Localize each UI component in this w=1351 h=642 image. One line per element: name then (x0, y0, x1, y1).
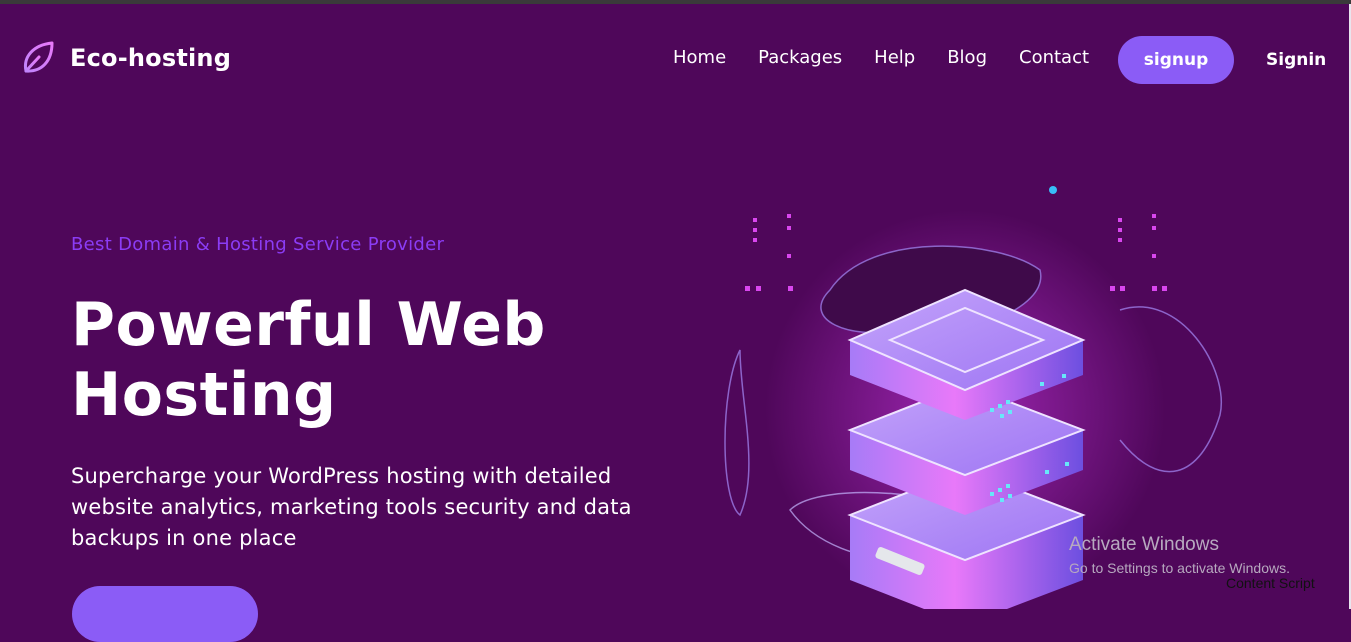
brand-logo[interactable]: Eco-hosting (20, 40, 231, 76)
nav-blog[interactable]: Blog (947, 47, 987, 68)
nav-contact[interactable]: Contact (1019, 47, 1089, 68)
nav-help[interactable]: Help (874, 47, 915, 68)
hero-title: Powerful Web Hosting (71, 290, 546, 430)
nav-packages[interactable]: Packages (758, 47, 842, 68)
hero-description: Supercharge your WordPress hosting with … (71, 464, 632, 550)
watermark-title: Activate Windows (1069, 534, 1219, 555)
nav-home[interactable]: Home (673, 47, 726, 68)
signup-button[interactable]: signup (1118, 36, 1234, 84)
get-started-button[interactable] (72, 586, 258, 642)
signin-link[interactable]: Signin (1266, 50, 1326, 70)
main-nav: Home Packages Help Blog Contact (673, 47, 1121, 68)
leaf-icon (23, 41, 54, 73)
watermark-subtitle: Go to Settings to activate Windows. (1069, 560, 1290, 576)
window-top-border (0, 0, 1351, 4)
hero-subtitle: Best Domain & Hosting Service Provider (71, 234, 445, 255)
content-script-label: Content Script (1226, 575, 1315, 591)
activate-windows-watermark: Activate Windows Go to Settings to activ… (1069, 534, 1290, 576)
brand-name: Eco-hosting (70, 44, 232, 72)
